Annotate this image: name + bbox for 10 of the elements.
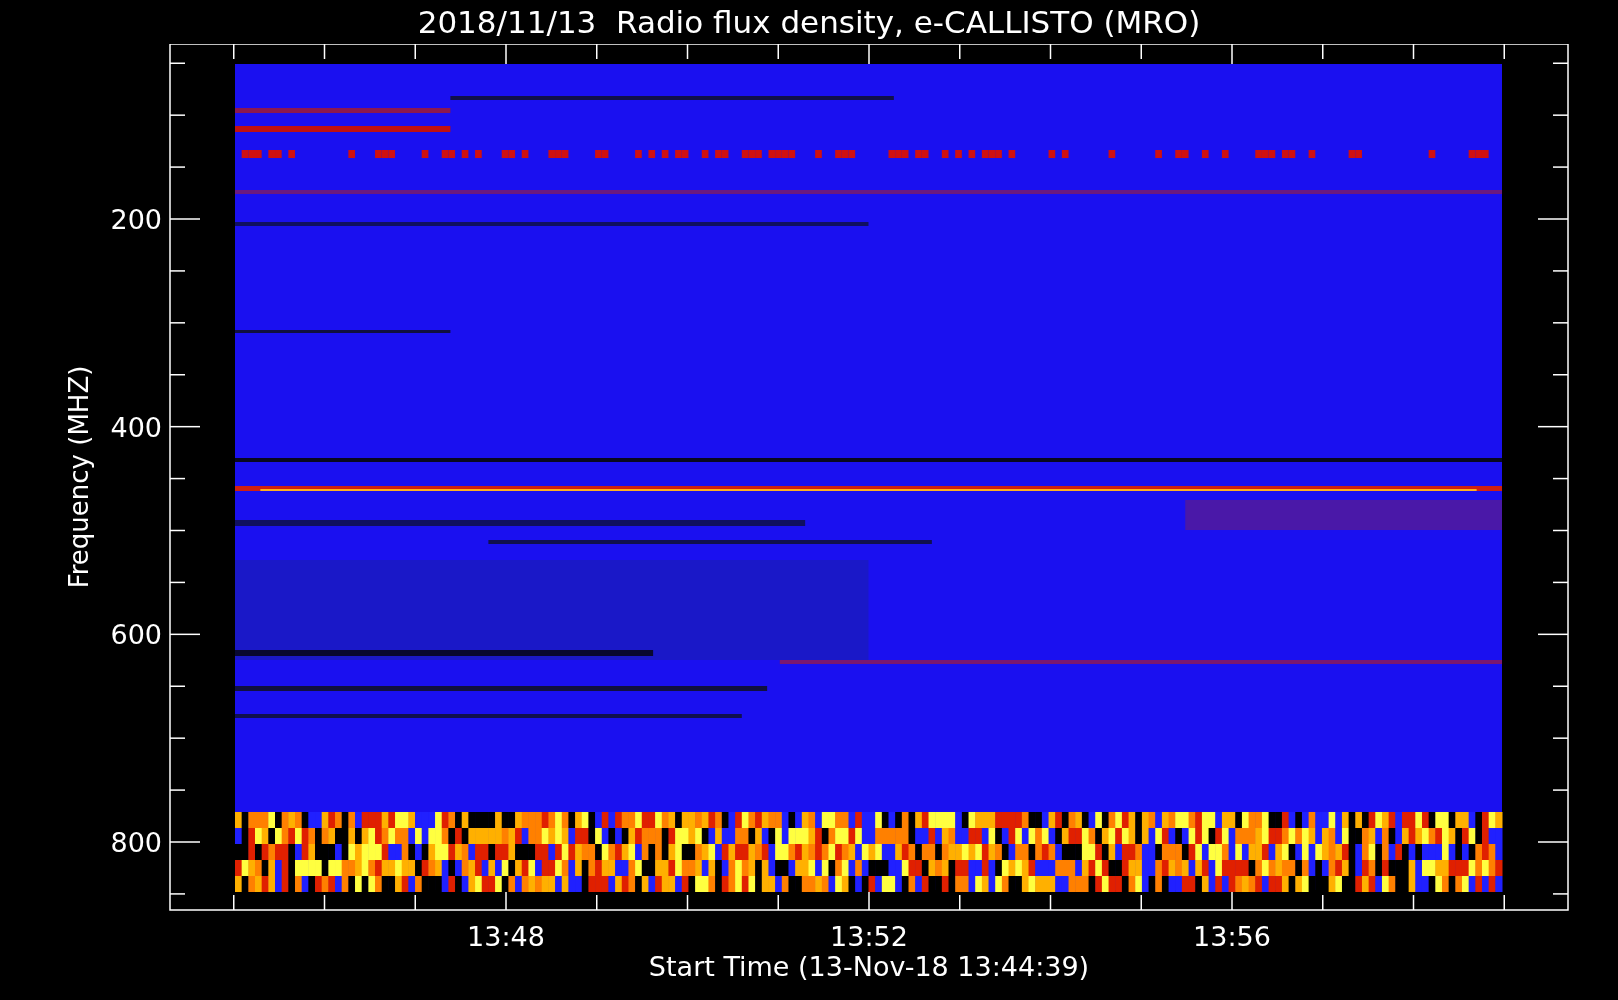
y-tick-label: 800: [110, 827, 162, 858]
y-tick-label: 200: [110, 204, 162, 235]
y-tick-label: 400: [110, 411, 162, 443]
x-axis-title: Start Time (13-Nov-18 13:44:39): [648, 951, 1090, 982]
chart-title: 2018/11/13 Radio flux density, e-CALLISTO (MRO): [417, 3, 1201, 42]
y-tick-label: 600: [110, 619, 162, 651]
y-axis-title: Frequency (MHZ): [64, 365, 94, 589]
x-tick-label: 13:52: [830, 921, 908, 952]
x-tick-label: 13:56: [1193, 921, 1271, 952]
x-tick-label: 13:48: [467, 921, 545, 952]
